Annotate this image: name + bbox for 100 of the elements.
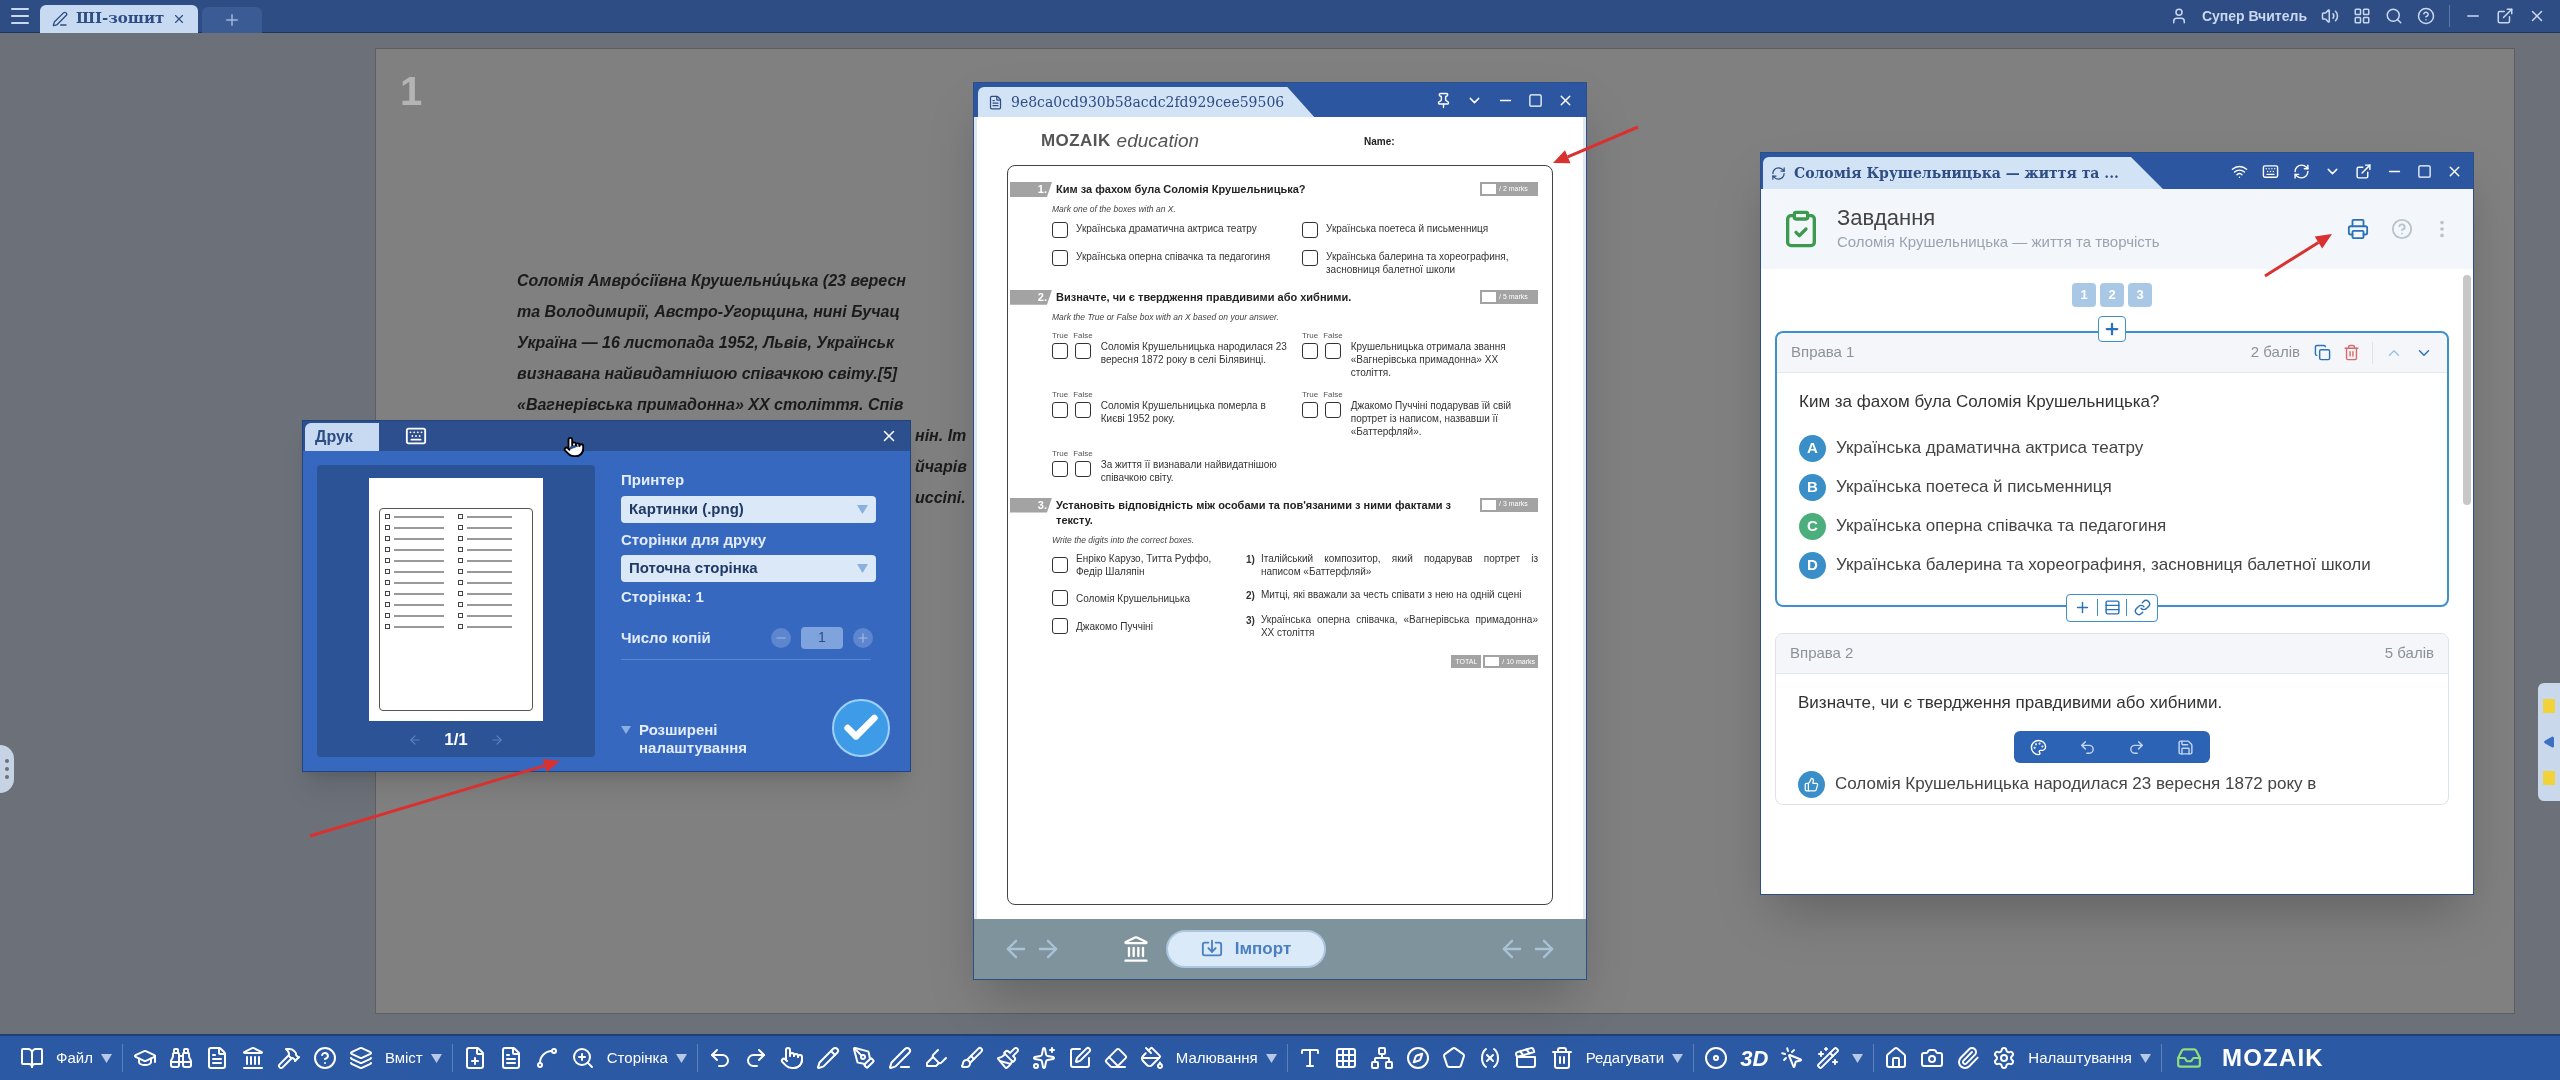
thumbs-up-icon: [1804, 777, 1819, 792]
settings-icon[interactable]: [1992, 1046, 2017, 1070]
new-tab-button[interactable]: [202, 6, 263, 33]
external-window-icon[interactable]: [2355, 162, 2372, 180]
window-tab[interactable]: Соломія Крушельницька — життя та ...: [1763, 157, 2163, 189]
layers-icon[interactable]: [348, 1046, 373, 1070]
menu-dropdown[interactable]: [1852, 1053, 1864, 1063]
expand-icon[interactable]: [2543, 736, 2555, 748]
menu-dropdown[interactable]: Сторінка: [606, 1046, 687, 1070]
undo-icon[interactable]: [2079, 738, 2096, 756]
document-tab[interactable]: ШІ-зошит: [40, 4, 199, 33]
plus-icon[interactable]: [2103, 320, 2121, 338]
refresh-icon[interactable]: [2293, 162, 2310, 180]
menu-dropdown[interactable]: Вміст: [384, 1046, 442, 1070]
print-icon[interactable]: [2347, 218, 2369, 240]
help-icon[interactable]: [2417, 7, 2435, 25]
pages-select[interactable]: Поточна сторінка: [621, 555, 876, 582]
statement-text: Соломія Крушельницька народилася 23 вересня 1872 року в селі Білявинці.: [1100, 339, 1288, 367]
window-tab[interactable]: 9e8ca0cd930b58acdc2fd929cee59506: [978, 87, 1315, 117]
logo: MOZAIK: [1041, 130, 1111, 153]
confirm-print-button[interactable]: [832, 699, 890, 757]
speaker-icon[interactable]: [2321, 7, 2339, 25]
palette-icon[interactable]: [2030, 738, 2047, 756]
insert-row-icon[interactable]: [2103, 599, 2121, 616]
camera-icon[interactable]: [1920, 1046, 1945, 1070]
option-text: Українська поетеса й письменниця: [1836, 475, 2112, 498]
answer-box: [1052, 460, 1069, 477]
select-icon[interactable]: [1780, 1046, 1805, 1070]
pen-icon[interactable]: [851, 1046, 876, 1070]
text-pen-icon[interactable]: [1067, 1046, 1092, 1070]
apps-icon[interactable]: [2353, 7, 2371, 25]
diagram-icon[interactable]: [1369, 1046, 1394, 1070]
option-letter[interactable]: B: [1799, 473, 1826, 501]
3d-button[interactable]: 3D: [1740, 1041, 1769, 1075]
import-button[interactable]: Імпорт: [1166, 930, 1326, 968]
menu-dropdown[interactable]: Малювання: [1175, 1046, 1277, 1070]
connector-icon[interactable]: [534, 1046, 559, 1070]
book-icon[interactable]: [20, 1046, 44, 1070]
option-badge[interactable]: [1798, 771, 1825, 798]
sparkles-icon[interactable]: [1031, 1046, 1056, 1070]
maximize-icon[interactable]: [1528, 92, 1543, 108]
answer-box: [1074, 460, 1091, 477]
delete-icon[interactable]: [2343, 344, 2360, 361]
side-handle[interactable]: [0, 745, 14, 793]
question-icon[interactable]: [312, 1046, 337, 1070]
pencil-icon[interactable]: [815, 1046, 840, 1070]
pentagon-icon[interactable]: [1441, 1046, 1466, 1070]
paint-bucket-icon[interactable]: [1139, 1046, 1164, 1070]
pen-line-icon[interactable]: [887, 1046, 912, 1070]
clapperboard-icon[interactable]: [1513, 1046, 1538, 1070]
eraser-icon[interactable]: [1103, 1046, 1128, 1070]
side-tab[interactable]: [2538, 683, 2560, 801]
binoculars-icon[interactable]: [168, 1046, 193, 1070]
person-text: Джакомо Пуччіні: [1076, 619, 1153, 633]
tray-icon[interactable]: [2176, 1045, 2202, 1071]
external-window-icon[interactable]: [2496, 7, 2514, 25]
zoom-icon[interactable]: [570, 1046, 595, 1070]
paperclip-icon[interactable]: [1956, 1046, 1981, 1070]
trash-icon[interactable]: [1549, 1046, 1574, 1070]
dialog-tab[interactable]: Друк: [305, 423, 379, 451]
keyboard-icon[interactable]: [2262, 162, 2279, 180]
pointer-icon[interactable]: [779, 1046, 804, 1070]
redo-icon[interactable]: [2128, 738, 2145, 756]
field-label: Число копій: [621, 627, 712, 648]
save-icon[interactable]: [2177, 738, 2194, 756]
magic-wand-icon[interactable]: [1816, 1046, 1841, 1070]
library-icon[interactable]: [240, 1046, 265, 1070]
paintbrush-icon[interactable]: [995, 1046, 1020, 1070]
disc-icon[interactable]: [1704, 1046, 1729, 1070]
brush-icon[interactable]: [959, 1046, 984, 1070]
house-icon[interactable]: [1884, 1046, 1909, 1070]
library-icon[interactable]: [1122, 935, 1150, 963]
keyboard-icon[interactable]: [404, 425, 427, 447]
menu-dropdown[interactable]: Файл: [56, 1046, 112, 1070]
link-icon[interactable]: [2133, 599, 2151, 616]
advanced-settings-toggle[interactable]: Розширені налаштування: [621, 721, 791, 757]
answer-box: [1302, 401, 1319, 418]
menu-dropdown[interactable]: Редагувати: [1585, 1046, 1684, 1070]
exercise-card[interactable]: Вправа 2 5 балів Визначте, чи є твердження правдивими або хибними. Соломія Крушельницька народилася 23 вересня 1872 року в: [1775, 632, 2449, 805]
table-icon[interactable]: [1333, 1046, 1358, 1070]
scrollbar[interactable]: [2463, 275, 2471, 505]
maximize-icon[interactable]: [2417, 163, 2432, 179]
pin-icon[interactable]: [1435, 91, 1452, 109]
exercise-card[interactable]: [1775, 331, 2449, 607]
search-icon[interactable]: [2385, 7, 2403, 25]
printer-select[interactable]: Картинки (.png): [621, 495, 876, 523]
highlighter-icon[interactable]: [923, 1046, 948, 1070]
hammer-icon[interactable]: [276, 1046, 301, 1070]
document-icon: [988, 94, 1003, 110]
compass-icon[interactable]: [1405, 1046, 1430, 1070]
add-button[interactable]: [2098, 316, 2126, 342]
menu-dropdown[interactable]: Налаштування: [2028, 1046, 2151, 1070]
option-letter[interactable]: A: [1799, 434, 1826, 462]
exercise-title: Вправа 2: [1790, 642, 1854, 663]
true-label: True: [1052, 388, 1069, 401]
user-name[interactable]: Супер Вчитель: [2201, 5, 2307, 27]
copies-field[interactable]: 1: [801, 626, 843, 649]
copy-icon[interactable]: [2314, 344, 2331, 361]
question-title: Установіть відповідність між особами та пов'язаними з ними фактами з тексту.: [1056, 497, 1453, 528]
option-letter[interactable]: D: [1799, 551, 1826, 579]
